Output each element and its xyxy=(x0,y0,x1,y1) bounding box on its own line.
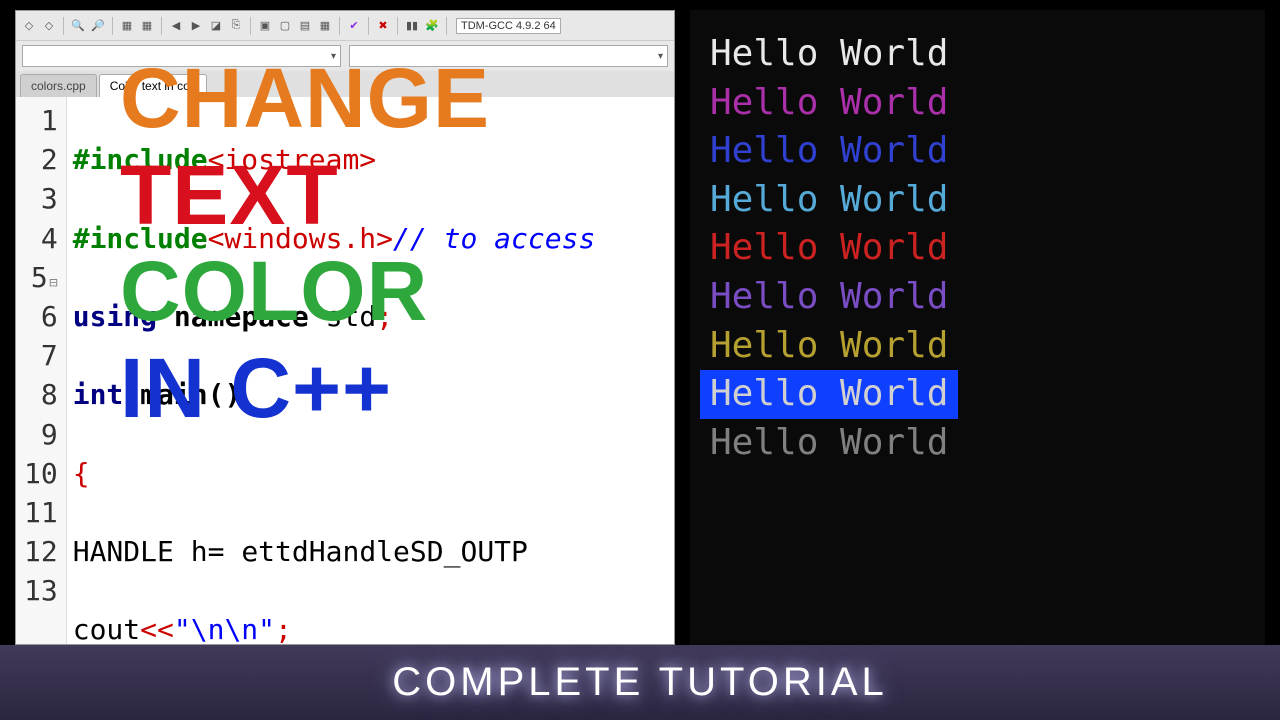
line-gutter: 1 2 3 4 5⊟ 6 7 8 9 10 11 12 13 xyxy=(16,97,67,644)
list-icon[interactable]: ▦ xyxy=(118,17,136,35)
console-line: Hello World xyxy=(700,322,1255,371)
redo-icon[interactable]: ▶ xyxy=(187,17,205,35)
search-icon[interactable]: 🔍 xyxy=(69,17,87,35)
console-line: Hello World xyxy=(700,30,1255,79)
close-icon[interactable]: ✖ xyxy=(374,17,392,35)
tab-colors-cpp[interactable]: colors.cpp xyxy=(20,74,97,97)
toolbar: ◇ ◇ 🔍 🔎 ▦ ▦ ◀ ▶ ◪ ⎘ ▣ ▢ ▤ ▦ ✔ ✖ ▮▮ 🧩 xyxy=(16,11,674,41)
ide-panel: ◇ ◇ 🔍 🔎 ▦ ▦ ◀ ▶ ◪ ⎘ ▣ ▢ ▤ ▦ ✔ ✖ ▮▮ 🧩 xyxy=(15,10,675,645)
console-line: Hello World xyxy=(700,224,1255,273)
scope-dropdown[interactable]: ▾ xyxy=(22,45,341,67)
back-icon[interactable]: ◇ xyxy=(20,17,38,35)
check-icon[interactable]: ✔ xyxy=(345,17,363,35)
console-line: Hello World xyxy=(700,127,1255,176)
file-tabs: colors.cpp Color text in con xyxy=(16,71,674,97)
compiler-select[interactable]: TDM-GCC 4.9.2 64 xyxy=(456,18,561,34)
console-line: Hello World xyxy=(700,273,1255,322)
member-dropdown[interactable]: ▾ xyxy=(349,45,668,67)
symbol-dropdowns: ▾ ▾ xyxy=(16,41,674,71)
code-editor[interactable]: 1 2 3 4 5⊟ 6 7 8 9 10 11 12 13 #include<… xyxy=(16,97,674,644)
chevron-down-icon: ▾ xyxy=(658,51,663,62)
footer-text: COMPLETE TUTORIAL xyxy=(392,660,888,705)
console-output: Hello World Hello World Hello World Hell… xyxy=(690,10,1265,645)
grid-icon[interactable]: ▦ xyxy=(138,17,156,35)
forward-icon[interactable]: ◇ xyxy=(40,17,58,35)
footer-banner: COMPLETE TUTORIAL xyxy=(0,645,1280,720)
tab-color-text[interactable]: Color text in con xyxy=(99,74,208,97)
chevron-down-icon: ▾ xyxy=(331,51,336,62)
tile3-icon[interactable]: ▤ xyxy=(296,17,314,35)
bookmark-icon[interactable]: ◪ xyxy=(207,17,225,35)
console-line: Hello World xyxy=(700,419,1255,468)
console-line: Hello World xyxy=(700,176,1255,225)
undo-icon[interactable]: ◀ xyxy=(167,17,185,35)
tile4-icon[interactable]: ▦ xyxy=(316,17,334,35)
zoom-icon[interactable]: 🔎 xyxy=(89,17,107,35)
console-line: Hello World xyxy=(700,370,958,419)
console-line: Hello World xyxy=(700,79,1255,128)
code-body[interactable]: #include<iostream> #include<windows.h>//… xyxy=(67,97,602,644)
chart-icon[interactable]: ▮▮ xyxy=(403,17,421,35)
tile1-icon[interactable]: ▣ xyxy=(256,17,274,35)
tile2-icon[interactable]: ▢ xyxy=(276,17,294,35)
goto-icon[interactable]: ⎘ xyxy=(227,17,245,35)
debug-icon[interactable]: 🧩 xyxy=(423,17,441,35)
